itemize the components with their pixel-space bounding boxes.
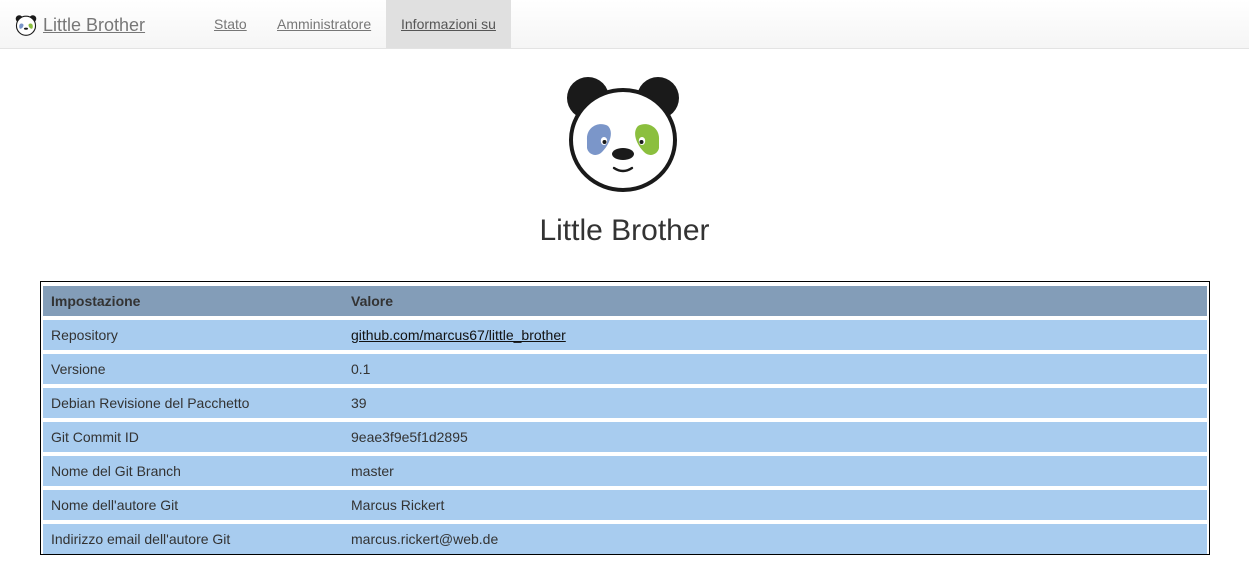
row-value: marcus.rickert@web.de — [343, 524, 1207, 554]
row-label: Git Commit ID — [43, 422, 343, 452]
row-value: 0.1 — [343, 354, 1207, 384]
repository-link[interactable]: github.com/marcus67/little_brother — [351, 327, 566, 343]
nav-item-informazioni-su[interactable]: Informazioni su — [386, 0, 511, 48]
info-table: Impostazione Valore Repository github.co… — [43, 282, 1207, 558]
table-row: Nome del Git Branch master — [43, 456, 1207, 486]
table-row: Repository github.com/marcus67/little_br… — [43, 320, 1207, 350]
row-value: 39 — [343, 388, 1207, 418]
row-label: Repository — [43, 320, 343, 350]
panda-icon — [15, 15, 37, 36]
header-setting: Impostazione — [43, 286, 343, 316]
row-value: github.com/marcus67/little_brother — [343, 320, 1207, 350]
brand-label: Little Brother — [43, 14, 146, 35]
info-table-frame: Impostazione Valore Repository github.co… — [40, 281, 1210, 555]
table-row: Versione 0.1 — [43, 354, 1207, 384]
row-label: Nome dell'autore Git — [43, 490, 343, 520]
table-row: Indirizzo email dell'autore Git marcus.r… — [43, 524, 1207, 554]
panda-logo-icon — [567, 77, 679, 192]
nav-item-amministratore[interactable]: Amministratore — [277, 0, 371, 48]
row-label: Indirizzo email dell'autore Git — [43, 524, 343, 554]
brand-link[interactable]: Little Brother — [15, 13, 145, 37]
header-value: Valore — [343, 286, 1207, 316]
page-title: Little Brother — [539, 214, 710, 247]
row-label: Debian Revisione del Pacchetto — [43, 388, 343, 418]
nav-item-stato[interactable]: Stato — [214, 0, 247, 48]
table-header-row: Impostazione Valore — [43, 286, 1207, 316]
row-value: 9eae3f9e5f1d2895 — [343, 422, 1207, 452]
row-label: Versione — [43, 354, 343, 384]
table-row: Git Commit ID 9eae3f9e5f1d2895 — [43, 422, 1207, 452]
row-value: master — [343, 456, 1207, 486]
row-value: Marcus Rickert — [343, 490, 1207, 520]
table-row: Debian Revisione del Pacchetto 39 — [43, 388, 1207, 418]
row-label: Nome del Git Branch — [43, 456, 343, 486]
navbar: Little Brother Stato Amministratore Info… — [0, 0, 1249, 49]
table-row: Nome dell'autore Git Marcus Rickert — [43, 490, 1207, 520]
